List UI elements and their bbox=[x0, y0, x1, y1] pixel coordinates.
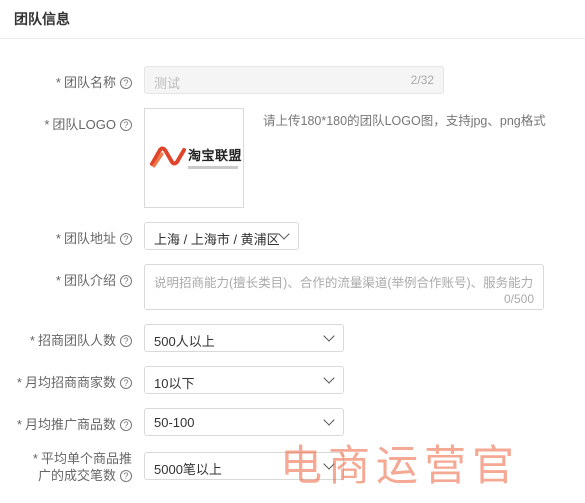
logo-subtext bbox=[188, 166, 238, 169]
field-monthly-merchants: * 月均招商商家数? 10以下 bbox=[0, 366, 585, 394]
field-team-intro: * 团队介绍? 说明招商能力(擅长类目)、合作的流量渠道(举例合作账号)、服务能力… bbox=[0, 264, 585, 310]
help-icon[interactable]: ? bbox=[120, 119, 132, 131]
chevron-down-icon bbox=[323, 330, 335, 342]
team-name-input[interactable]: 测试 2/32 bbox=[144, 66, 444, 94]
field-team-size: * 招商团队人数? 500人以上 bbox=[0, 324, 585, 352]
logo-hint: 请上传180*180的团队LOGO图，支持jpg、png格式 bbox=[263, 114, 546, 128]
monthly-merchants-label: * 月均招商商家数? bbox=[17, 372, 132, 391]
logo-mark-icon bbox=[150, 146, 186, 168]
logo-upload[interactable]: 淘宝联盟 bbox=[144, 108, 244, 208]
watermark: 电商运营官 bbox=[280, 441, 521, 490]
help-icon[interactable]: ? bbox=[120, 233, 132, 245]
team-size-select[interactable]: 500人以上 bbox=[144, 324, 344, 352]
help-icon[interactable]: ? bbox=[120, 275, 132, 287]
help-icon[interactable]: ? bbox=[120, 470, 132, 482]
field-team-address: * 团队地址? 上海 / 上海市 / 黄浦区 bbox=[0, 222, 585, 250]
monthly-products-label: * 月均推广商品数? bbox=[17, 414, 132, 433]
address-select[interactable]: 上海 / 上海市 / 黄浦区 bbox=[144, 222, 299, 250]
field-team-name: * 团队名称? 测试 2/32 bbox=[0, 66, 585, 94]
section-header: 团队信息 bbox=[0, 0, 585, 39]
monthly-merchants-select[interactable]: 10以下 bbox=[144, 366, 344, 394]
team-intro-label: * 团队介绍? bbox=[56, 270, 132, 289]
section-title: 团队信息 bbox=[14, 11, 70, 27]
team-logo-label: * 团队LOGO? bbox=[44, 114, 132, 133]
help-icon[interactable]: ? bbox=[120, 335, 132, 347]
help-icon[interactable]: ? bbox=[120, 377, 132, 389]
team-name-label: * 团队名称? bbox=[56, 72, 132, 91]
logo-text: 淘宝联盟 bbox=[188, 148, 243, 163]
team-address-label: * 团队地址? bbox=[56, 228, 132, 247]
help-icon[interactable]: ? bbox=[120, 419, 132, 431]
team-size-label: * 招商团队人数? bbox=[30, 330, 132, 349]
help-icon[interactable]: ? bbox=[120, 77, 132, 89]
team-intro-textarea[interactable]: 说明招商能力(擅长类目)、合作的流量渠道(举例合作账号)、服务能力 0/500 bbox=[144, 264, 544, 310]
chevron-down-icon bbox=[278, 228, 290, 240]
chevron-down-icon bbox=[323, 372, 335, 384]
avg-orders-label: * 平均单个商品推 广的成交笔数? bbox=[32, 451, 132, 483]
chevron-down-icon bbox=[323, 414, 335, 426]
